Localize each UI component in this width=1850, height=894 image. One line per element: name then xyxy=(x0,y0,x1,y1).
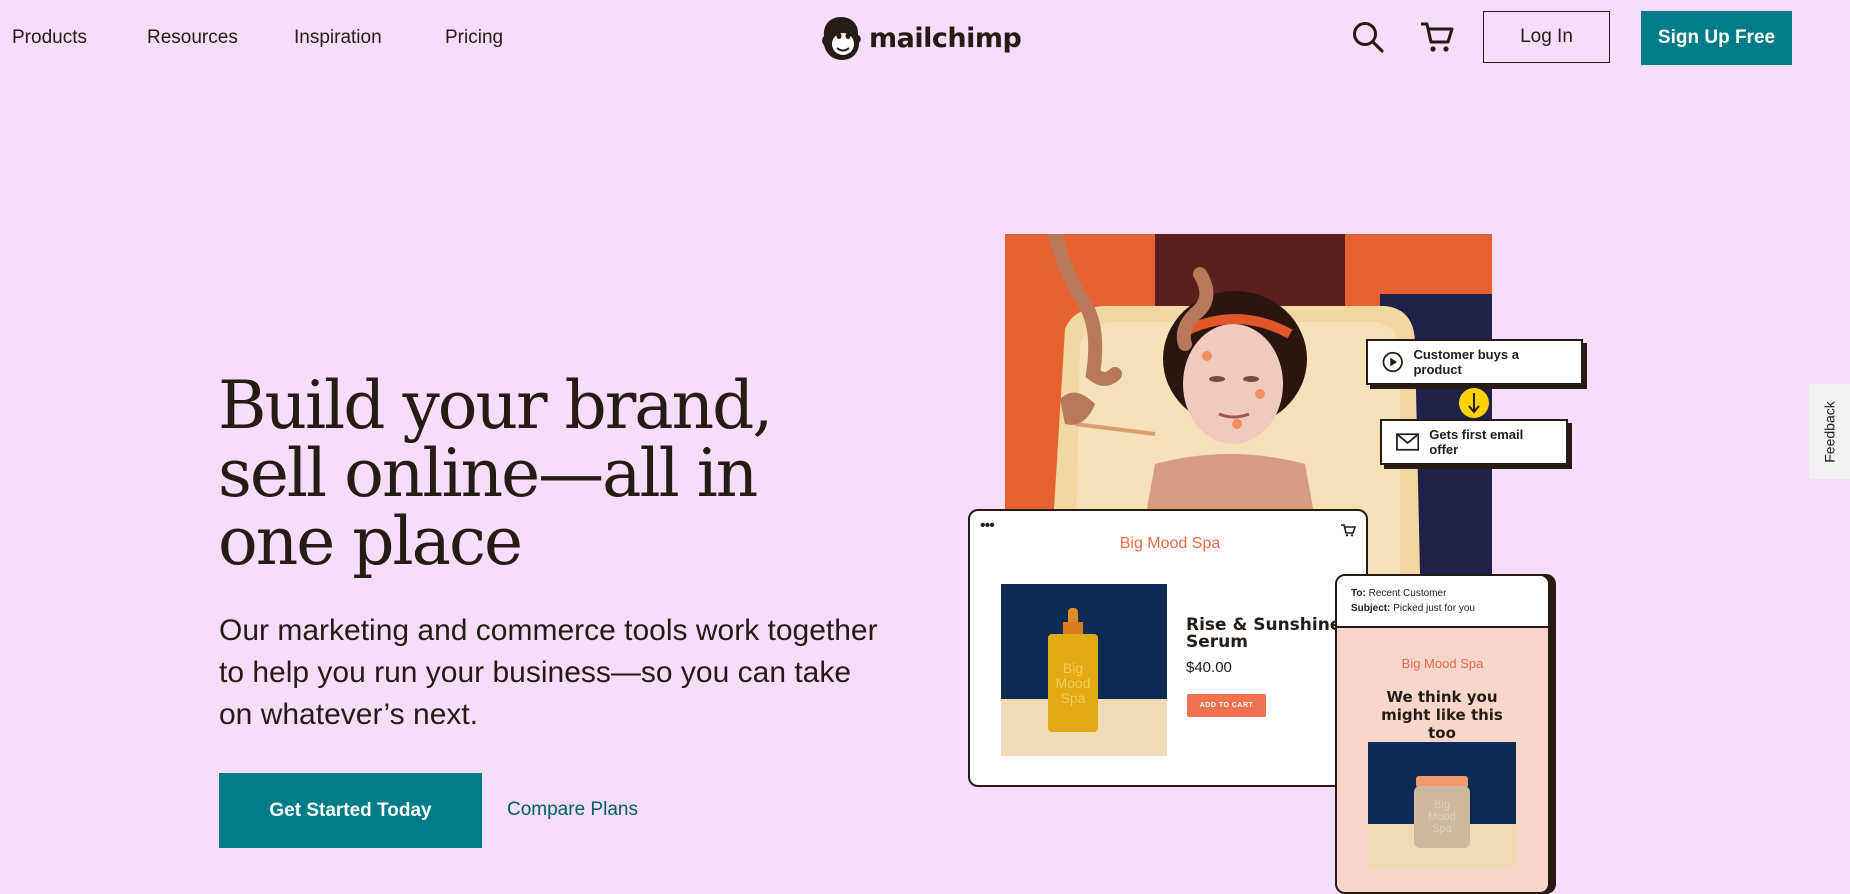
shop-store-name: Big Mood Spa xyxy=(1119,535,1221,552)
nav-products[interactable]: Products xyxy=(12,27,87,49)
signup-button[interactable]: Sign Up Free xyxy=(1641,11,1792,65)
cart-button[interactable] xyxy=(1418,18,1456,56)
product-name: Rise & Sunshine Serum xyxy=(1186,615,1342,652)
nav-pricing[interactable]: Pricing xyxy=(445,27,503,49)
email-header: To: Recent Customer Subject: Picked just… xyxy=(1337,576,1548,628)
feedback-label: Feedback xyxy=(1821,400,1838,463)
window-dots-icon: ••• xyxy=(980,517,995,534)
cart-icon xyxy=(1421,22,1454,52)
shop-preview-card: ••• Big Mood Spa Big Mood Spa Rise & Sun… xyxy=(968,509,1368,787)
feedback-tab[interactable]: Feedback xyxy=(1809,384,1850,479)
hero-headline: Build your brand, sell online—all in one… xyxy=(218,367,773,580)
bottle-label: Big Mood Spa xyxy=(1055,659,1091,706)
top-navigation: Products Resources Inspiration Pricing m… xyxy=(0,0,1850,78)
hero-subtext: Our marketing and commerce tools work to… xyxy=(219,614,878,731)
email-to-label: To: xyxy=(1351,588,1366,599)
add-to-cart-button[interactable]: ADD TO CART xyxy=(1187,694,1266,717)
email-subject-value: Picked just for you xyxy=(1393,603,1475,614)
arrow-down-icon xyxy=(1468,393,1480,414)
search-button[interactable] xyxy=(1349,18,1387,56)
play-icon xyxy=(1382,351,1403,373)
logo-wordmark: mailchimp xyxy=(869,22,1022,54)
flow-step-1-label: Customer buys a product xyxy=(1413,347,1519,377)
compare-plans-link[interactable]: Compare Plans xyxy=(507,799,638,821)
email-subject-label: Subject: xyxy=(1351,603,1391,614)
search-icon xyxy=(1353,22,1384,53)
flow-step-2-label: Gets first email offer xyxy=(1429,427,1524,457)
jar-label: Big Mood Spa xyxy=(1428,799,1456,835)
email-headline: We think you might like this too xyxy=(1381,688,1503,742)
product-price: $40.00 xyxy=(1186,659,1232,676)
flow-step-purchase: Customer buys a product xyxy=(1366,339,1583,385)
email-product-image: Big Mood Spa xyxy=(1368,742,1516,868)
freddie-icon xyxy=(822,17,861,60)
product-image: Big Mood Spa xyxy=(1001,584,1167,756)
flow-arrow xyxy=(1459,388,1489,418)
envelope-icon xyxy=(1396,433,1420,451)
email-preview-card: To: Recent Customer Subject: Picked just… xyxy=(1335,574,1550,894)
login-button[interactable]: Log In xyxy=(1483,11,1610,63)
nav-resources[interactable]: Resources xyxy=(147,27,238,49)
nav-inspiration[interactable]: Inspiration xyxy=(294,27,382,49)
email-to-value: Recent Customer xyxy=(1368,588,1447,599)
flow-step-email: Gets first email offer xyxy=(1380,419,1568,465)
email-brand: Big Mood Spa xyxy=(1401,656,1484,671)
mailchimp-logo[interactable]: mailchimp xyxy=(819,13,1022,63)
get-started-button[interactable]: Get Started Today xyxy=(219,773,482,848)
